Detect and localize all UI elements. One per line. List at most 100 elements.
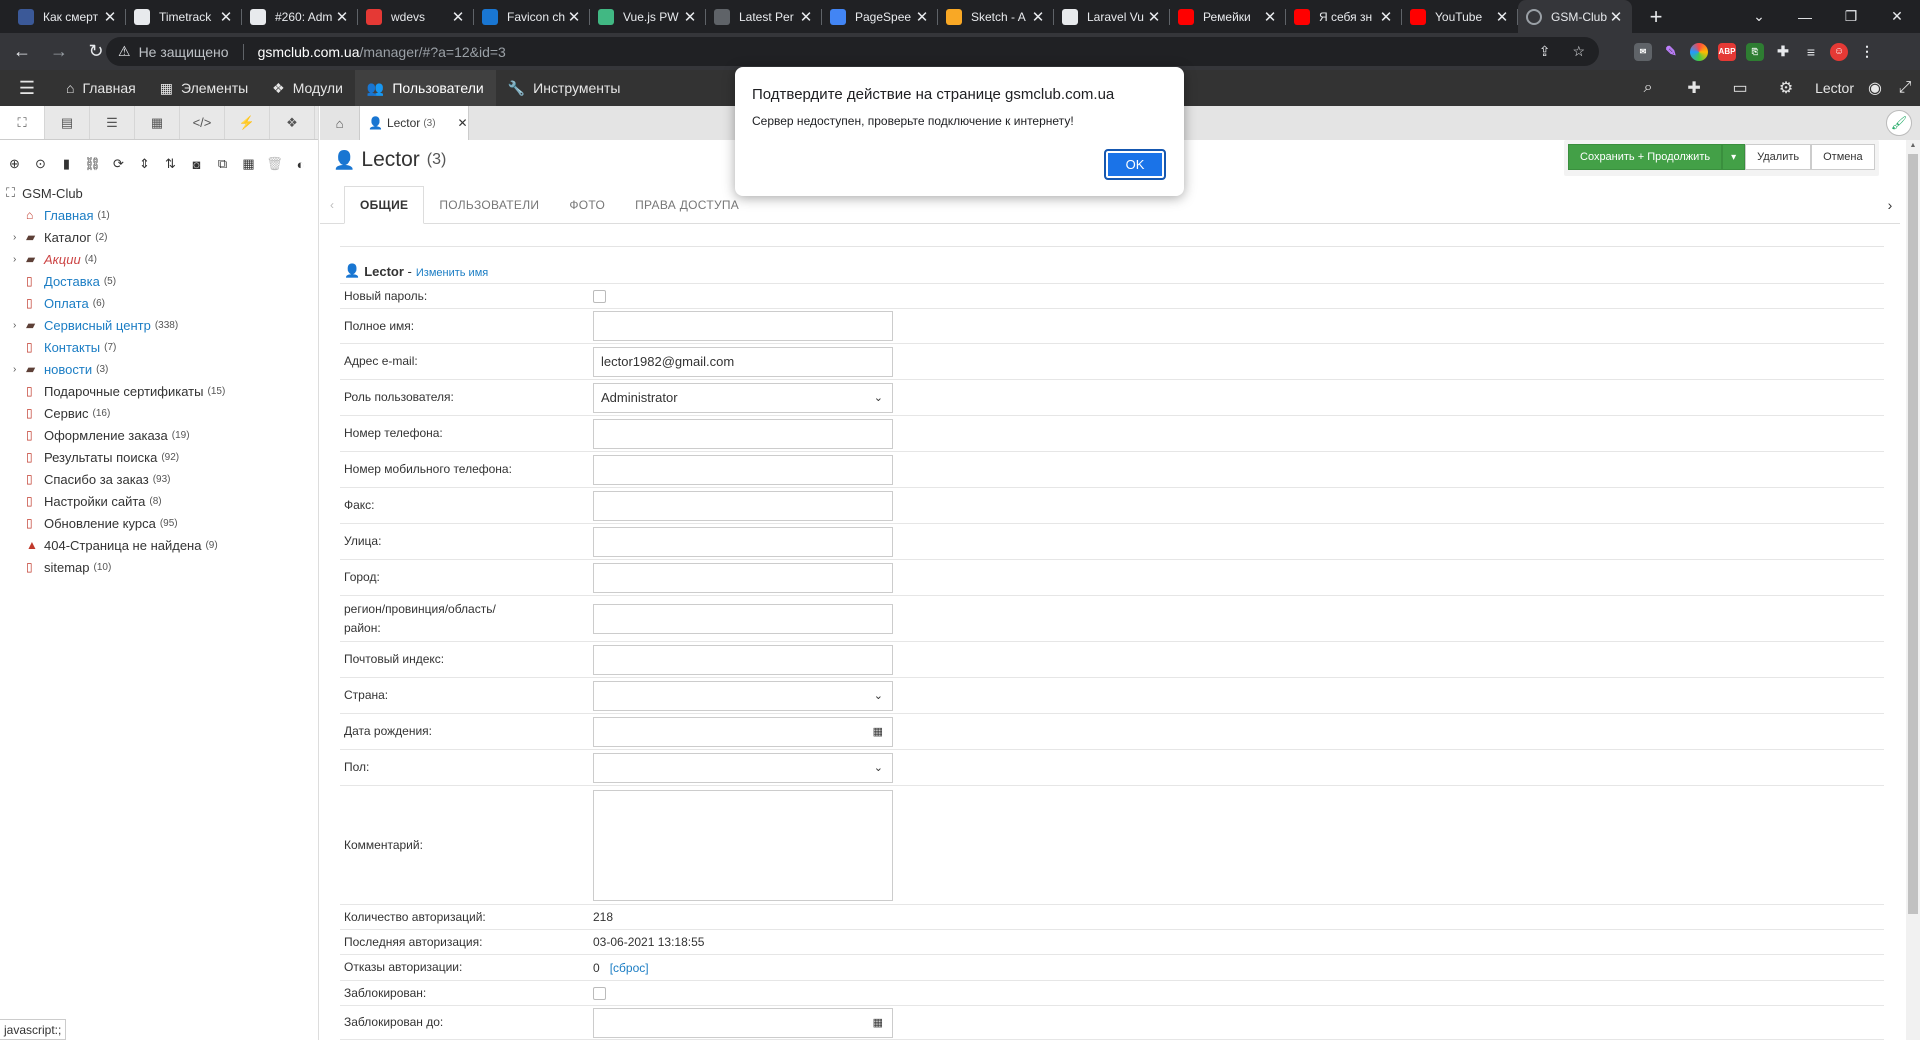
reading-list-icon[interactable]: ≡ [1802, 43, 1820, 61]
cubes-tab-icon[interactable]: ❖ [270, 106, 315, 139]
close-tab-icon[interactable]: ✕ [102, 8, 118, 26]
back-button[interactable]: ← [7, 41, 37, 62]
close-tab-icon[interactable]: ✕ [1494, 8, 1510, 26]
tree-node[interactable]: ▯ Результаты поиска (92) [6, 446, 318, 468]
mobile-field[interactable] [593, 454, 893, 485]
calendar-icon[interactable]: ▦ [873, 1016, 883, 1029]
reset-link[interactable]: [сброс] [610, 961, 649, 975]
close-tab-icon[interactable]: ✕ [218, 8, 234, 26]
browser-tab[interactable]: PageSpee ✕ [822, 0, 938, 33]
tree-node[interactable]: ⌂ Главная (1) [6, 204, 318, 226]
expand-arrow-icon[interactable]: › [13, 364, 26, 375]
city-field[interactable] [593, 562, 893, 593]
close-window-button[interactable]: ✕ [1874, 0, 1920, 33]
pen-extension-icon[interactable]: ✎ [1662, 43, 1680, 61]
expand-arrow-icon[interactable]: › [13, 232, 26, 243]
close-tab-icon[interactable]: ✕ [682, 8, 698, 26]
close-tab-icon[interactable]: ✕ [458, 116, 468, 130]
adblock-extension-icon[interactable]: ABP [1718, 42, 1736, 61]
fullscreen-icon[interactable]: ⤢ [1890, 79, 1920, 97]
restore-button[interactable]: ❐ [1828, 0, 1874, 33]
close-tab-icon[interactable]: ✕ [1378, 8, 1394, 26]
tree-node[interactable]: ▯ Контакты (7) [6, 336, 318, 358]
tree-node[interactable]: ▯ Оплата (6) [6, 292, 318, 314]
tab-lector[interactable]: 👤 Lector (3) ✕ [360, 106, 469, 140]
browser-tab[interactable]: wdevs ✕ [358, 0, 474, 33]
scrollbar-thumb[interactable] [1908, 154, 1918, 914]
close-tab-icon[interactable]: ✕ [798, 8, 814, 26]
sort-numeric-icon[interactable]: ⇅ [162, 156, 179, 172]
browser-tab[interactable]: Laravel Vu ✕ [1054, 0, 1170, 33]
user-name[interactable]: Lector [1809, 80, 1860, 96]
gender-select[interactable]: ⌄ [593, 752, 893, 783]
chunks-tab-icon[interactable]: ☰ [90, 106, 135, 139]
contrast-icon[interactable]: ◐ [292, 157, 309, 172]
phone-field[interactable] [593, 418, 893, 449]
new-tab-button[interactable]: + [1644, 4, 1668, 30]
desktop-icon[interactable]: ▭ [1717, 78, 1763, 98]
comment-textarea[interactable] [593, 789, 893, 901]
plus-icon[interactable]: ✚ [1671, 78, 1717, 98]
tab-search-icon[interactable]: ⌄ [1736, 0, 1782, 33]
tree-root[interactable]: ⛶ GSM-Club [6, 182, 318, 204]
cancel-button[interactable]: Отмена [1811, 144, 1875, 170]
browser-tab[interactable]: Timetrack ✕ [126, 0, 242, 33]
close-tab-icon[interactable]: ✕ [334, 8, 350, 26]
browser-tab[interactable]: Я себя зн ✕ [1286, 0, 1402, 33]
tabs-left-arrow[interactable]: ‹ [320, 186, 344, 223]
camera-icon[interactable]: ◙ [188, 157, 205, 172]
copy-icon[interactable]: ⧉ [214, 156, 231, 172]
expand-arrow-icon[interactable]: › [13, 254, 26, 265]
rename-link[interactable]: Изменить имя [416, 267, 488, 279]
nav-item[interactable]: 👥 Пользователи [354, 70, 496, 106]
browser-tab[interactable]: Vue.js PW ✕ [590, 0, 706, 33]
nav-item[interactable]: ❖ Модули [260, 70, 355, 106]
full-name-field[interactable] [593, 311, 893, 341]
trash-icon[interactable]: 🗑 [266, 156, 283, 172]
tree-node[interactable]: › ▰ Каталог (2) [6, 226, 318, 248]
nav-item[interactable]: ⌂ Главная [54, 70, 148, 106]
country-select[interactable]: ⌄ [593, 680, 893, 711]
blocked-until-field[interactable]: ▦ [593, 1007, 893, 1038]
save-continue-button[interactable]: Сохранить + Продолжить [1568, 144, 1723, 170]
profile-avatar[interactable]: ☺ [1830, 42, 1848, 61]
code-tab-icon[interactable]: </> [180, 106, 225, 139]
role-select[interactable]: Administrator ⌄ [593, 382, 893, 413]
tab-photo[interactable]: ФОТО [554, 186, 620, 223]
tree-node[interactable]: › ▰ Сервисный центр (338) [6, 314, 318, 336]
close-tab-icon[interactable]: ✕ [1030, 8, 1046, 26]
puzzle-extensions-icon[interactable]: ✚ [1774, 43, 1792, 61]
close-tab-icon[interactable]: ✕ [1146, 8, 1162, 26]
tab-access[interactable]: ПРАВА ДОСТУПА [620, 186, 754, 223]
color-extension-icon[interactable] [1690, 42, 1708, 61]
tree-node[interactable]: ▯ Доставка (5) [6, 270, 318, 292]
browser-tab[interactable]: GSM-Club ✕ [1518, 0, 1632, 33]
page-scrollbar[interactable]: ▲ [1906, 140, 1920, 1040]
region-field[interactable] [593, 603, 893, 634]
tree-node[interactable]: ▯ Подарочные сертификаты (15) [6, 380, 318, 402]
browser-tab[interactable]: Favicon ch ✕ [474, 0, 590, 33]
forward-button[interactable]: → [44, 41, 74, 62]
modules-tab-icon[interactable]: ▦ [135, 106, 180, 139]
close-tab-icon[interactable]: ✕ [914, 8, 930, 26]
brush-icon[interactable]: 🖌 [1886, 110, 1912, 136]
add-resource-icon[interactable]: ⊕ [6, 156, 23, 172]
tab-general[interactable]: ОБЩИЕ [344, 186, 425, 224]
close-tab-icon[interactable]: ✕ [1262, 8, 1278, 26]
templates-tab-icon[interactable]: ▤ [45, 106, 90, 139]
close-tab-icon[interactable]: ✕ [566, 8, 582, 26]
fax-field[interactable] [593, 490, 893, 521]
close-tab-icon[interactable]: ✕ [450, 8, 466, 26]
file-icon[interactable]: ▮ [58, 156, 75, 172]
calendar-icon[interactable]: ▦ [873, 725, 883, 738]
tree-node[interactable]: › ▰ новости (3) [6, 358, 318, 380]
user-circle-icon[interactable]: ◉ [1860, 78, 1890, 98]
search-icon[interactable]: ⌕ [1625, 79, 1671, 97]
mail-extension-icon[interactable]: ✉ [1634, 42, 1652, 61]
browser-tab[interactable]: #260: Adm ✕ [242, 0, 358, 33]
settings-cogs-icon[interactable]: ⚙ [1763, 78, 1809, 98]
hamburger-menu-icon[interactable]: ☰ [0, 78, 54, 99]
tree-node[interactable]: ▲ 404-Страница не найдена (9) [6, 534, 318, 556]
tree-node[interactable]: ▯ sitemap (10) [6, 556, 318, 578]
up-icon[interactable]: ⊙ [32, 156, 49, 172]
